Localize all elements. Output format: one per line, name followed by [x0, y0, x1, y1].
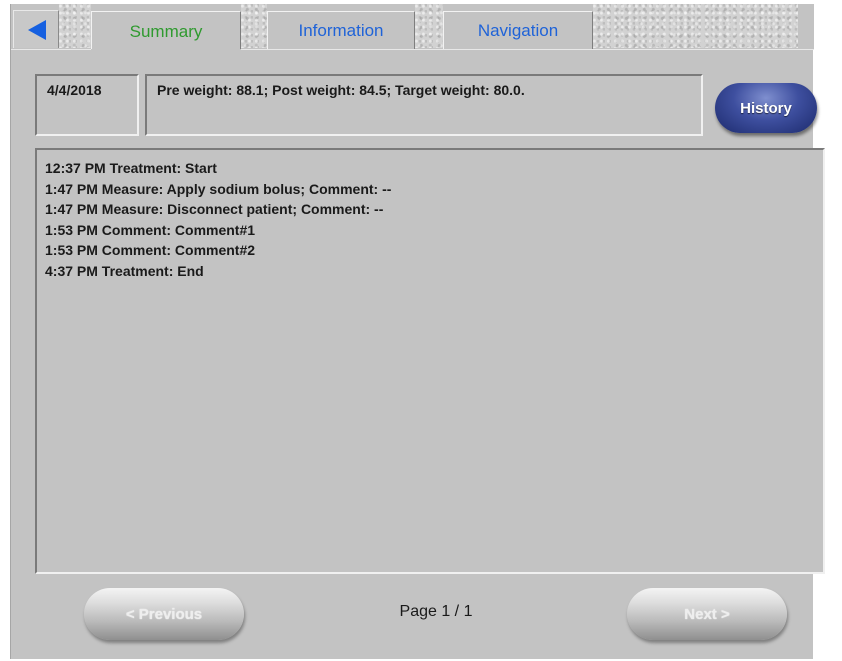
treatment-log-list[interactable]: 12:37 PM Treatment: Start 1:47 PM Measur… — [35, 148, 825, 574]
history-button[interactable]: History — [715, 83, 817, 133]
tab-divider-texture — [59, 4, 91, 48]
date-field: 4/4/2018 — [35, 74, 139, 136]
treatment-date: 4/4/2018 — [47, 82, 102, 98]
log-entry: 1:53 PM Comment: Comment#2 — [45, 242, 256, 258]
previous-page-button[interactable]: < Previous — [84, 588, 244, 640]
back-button[interactable] — [13, 10, 59, 48]
tab-summary[interactable]: Summary — [91, 11, 241, 51]
previous-page-label: < Previous — [125, 605, 203, 623]
active-tab-gap — [91, 49, 241, 51]
log-entry: 4:37 PM Treatment: End — [45, 262, 204, 279]
tab-bar: Summary Information Navigation — [11, 4, 814, 51]
log-entry: 1:53 PM Comment: Comment#1 — [45, 221, 256, 238]
tab-information[interactable]: Information — [267, 11, 415, 50]
page-indicator: Page 1 / 1 — [399, 603, 473, 620]
tab-divider-texture — [241, 4, 267, 48]
log-entry: 12:37 PM Treatment: Start — [45, 160, 217, 176]
log-entry: 1:47 PM Measure: Apply sodium bolus; Com… — [45, 180, 392, 197]
next-page-button[interactable]: Next > — [627, 588, 787, 640]
tab-summary-label: Summary — [129, 21, 203, 41]
tab-navigation-label: Navigation — [477, 21, 559, 40]
tab-navigation[interactable]: Navigation — [443, 11, 593, 50]
tab-bar-filler-texture — [593, 4, 798, 48]
weight-summary-field: Pre weight: 88.1; Post weight: 84.5; Tar… — [145, 74, 703, 136]
history-button-label: History — [740, 99, 792, 117]
next-page-label: Next > — [684, 605, 730, 623]
tab-divider-texture — [415, 4, 443, 48]
weight-summary-text: Pre weight: 88.1; Post weight: 84.5; Tar… — [157, 82, 525, 98]
log-entry: 1:47 PM Measure: Disconnect patient; Com… — [45, 201, 384, 217]
tab-information-label: Information — [298, 21, 384, 40]
triangle-left-icon — [28, 20, 46, 40]
treatment-summary-window: Summary Information Navigation 4/4/2018 … — [10, 4, 825, 659]
